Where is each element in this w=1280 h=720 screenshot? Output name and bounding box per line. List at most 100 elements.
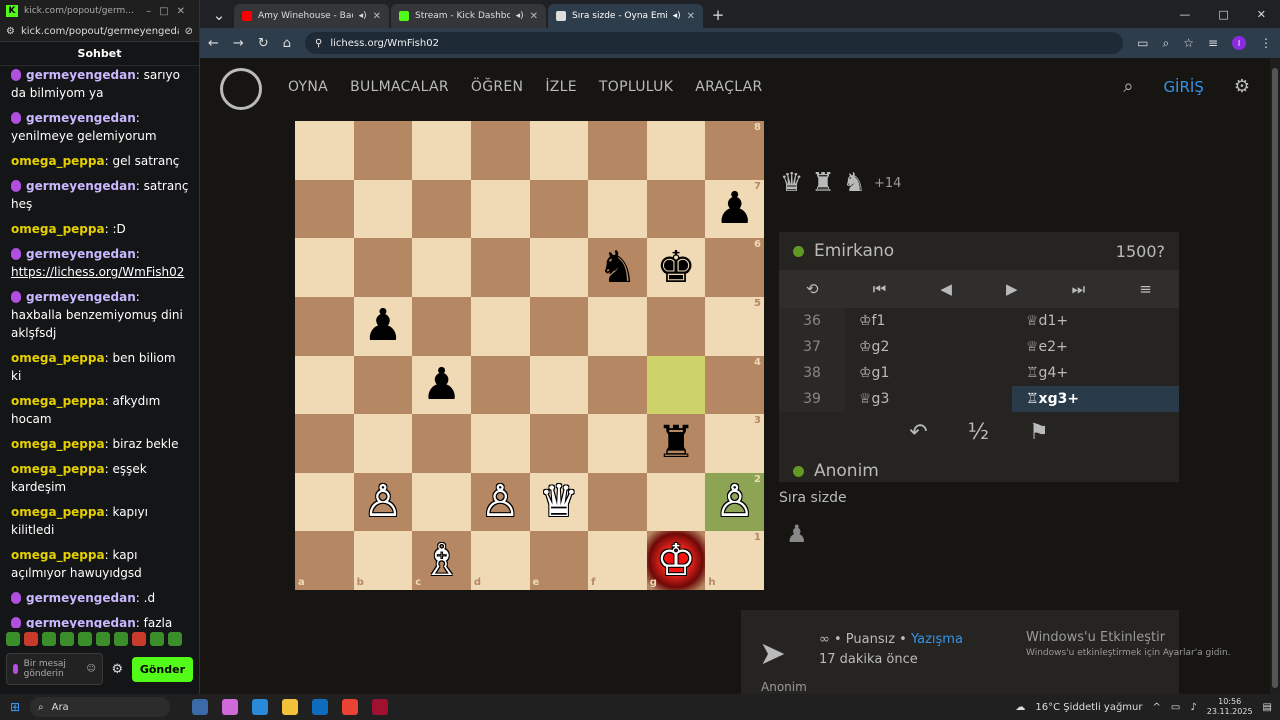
square-d1[interactable]: d bbox=[470, 531, 530, 590]
piece[interactable]: ♗ bbox=[422, 538, 461, 583]
chat-username[interactable]: germeyengedan bbox=[26, 111, 136, 125]
square-f1[interactable]: f bbox=[588, 531, 647, 590]
chat-settings-icon[interactable]: ⚙ bbox=[109, 662, 126, 677]
task-view-icon[interactable] bbox=[192, 699, 208, 715]
square-b5[interactable]: ♟ bbox=[353, 296, 413, 356]
square-b4[interactable] bbox=[353, 355, 413, 415]
chat-username[interactable]: omega_peppa bbox=[11, 462, 105, 476]
square-g8[interactable] bbox=[646, 121, 706, 180]
emote-icon[interactable] bbox=[6, 632, 20, 646]
square-h8[interactable]: 8 bbox=[705, 121, 764, 180]
white-move[interactable]: ♔f1 bbox=[845, 313, 1012, 329]
back-icon[interactable]: ← bbox=[208, 36, 219, 51]
emote-icon[interactable] bbox=[114, 632, 128, 646]
speaker-icon[interactable]: ◂) bbox=[673, 11, 681, 21]
square-a7[interactable] bbox=[295, 179, 354, 239]
media-icon[interactable]: ≡ bbox=[1208, 36, 1218, 50]
chat-username[interactable]: omega_peppa bbox=[11, 505, 105, 519]
chat-username[interactable]: germeyengedan bbox=[26, 247, 136, 261]
emote-icon[interactable] bbox=[60, 632, 74, 646]
square-d3[interactable] bbox=[470, 414, 530, 473]
square-f6[interactable]: ♞ bbox=[588, 238, 647, 297]
square-f2[interactable] bbox=[588, 472, 647, 532]
menu-icon[interactable]: ⋮ bbox=[1260, 36, 1272, 50]
emote-icon[interactable] bbox=[150, 632, 164, 646]
square-e8[interactable] bbox=[529, 121, 589, 180]
emote-icon[interactable] bbox=[168, 632, 182, 646]
emote-icon[interactable] bbox=[42, 632, 56, 646]
site-info-icon[interactable]: ⚙ bbox=[6, 26, 15, 37]
browser-tab[interactable]: Stream - Kick Dashboard ◂) ✕ bbox=[391, 4, 546, 28]
address-bar[interactable]: ⚲ lichess.org/WmFish02 bbox=[304, 32, 1124, 54]
site-info-icon[interactable]: ⚲ bbox=[315, 38, 322, 49]
square-c7[interactable] bbox=[412, 179, 471, 239]
square-b7[interactable] bbox=[353, 179, 413, 239]
square-c3[interactable] bbox=[412, 414, 471, 473]
windows-start-icon[interactable]: ⊞ bbox=[0, 700, 30, 714]
nav-link-3[interactable]: İZLE bbox=[545, 79, 577, 95]
chat-username[interactable]: omega_peppa bbox=[11, 351, 105, 365]
piece[interactable]: ♟ bbox=[363, 304, 402, 348]
cast-icon[interactable]: ▭ bbox=[1137, 36, 1148, 50]
chat-username[interactable]: germeyengedan bbox=[26, 616, 136, 628]
square-a6[interactable] bbox=[295, 238, 354, 297]
square-g4[interactable] bbox=[646, 355, 706, 415]
square-h7[interactable]: ♟ 7 bbox=[705, 179, 764, 239]
login-link[interactable]: GİRİŞ bbox=[1163, 78, 1203, 96]
emote-icon[interactable] bbox=[132, 632, 146, 646]
piece[interactable]: ♛ bbox=[539, 480, 578, 524]
last-move-icon[interactable]: ⏭ bbox=[1072, 280, 1086, 298]
draw-offer-icon[interactable]: ½ bbox=[968, 420, 989, 445]
square-e5[interactable] bbox=[529, 296, 589, 356]
prev-move-icon[interactable]: ◀ bbox=[940, 280, 952, 298]
black-move[interactable]: ♖g4+ bbox=[1012, 365, 1179, 381]
takeback-icon[interactable]: ↶ bbox=[909, 420, 927, 445]
chat-username[interactable]: omega_peppa bbox=[11, 437, 105, 451]
square-b3[interactable] bbox=[353, 414, 413, 473]
square-d4[interactable] bbox=[470, 355, 530, 415]
edge-icon[interactable] bbox=[252, 699, 268, 715]
square-b6[interactable] bbox=[353, 238, 413, 297]
outlook-icon[interactable] bbox=[312, 699, 328, 715]
square-c8[interactable] bbox=[412, 121, 471, 180]
nav-link-0[interactable]: OYNA bbox=[288, 79, 328, 95]
browser-window-controls[interactable]: — □ ✕ bbox=[1165, 0, 1280, 28]
square-b1[interactable]: b bbox=[353, 531, 413, 590]
emoji-icon[interactable]: ☺ bbox=[86, 664, 95, 674]
square-f7[interactable] bbox=[588, 179, 647, 239]
square-c5[interactable] bbox=[412, 296, 471, 356]
nav-link-5[interactable]: ARAÇLAR bbox=[695, 79, 762, 95]
square-g1[interactable]: ♔ g bbox=[646, 531, 706, 590]
tray-chevron-icon[interactable]: ^ bbox=[1153, 702, 1161, 713]
bookmark-star-icon[interactable]: ☆ bbox=[1183, 36, 1194, 50]
reload-icon[interactable]: ↻ bbox=[258, 36, 269, 51]
square-h1[interactable]: 1h bbox=[705, 531, 764, 590]
piece[interactable]: ♞ bbox=[598, 245, 637, 290]
file-explorer-icon[interactable] bbox=[282, 699, 298, 715]
square-f4[interactable] bbox=[588, 355, 647, 415]
square-a4[interactable] bbox=[295, 355, 354, 415]
square-h6[interactable]: 6 bbox=[705, 238, 764, 297]
first-move-icon[interactable]: ⏮ bbox=[873, 280, 887, 298]
browser-tab[interactable]: Amy Winehouse - Back To ◂) ✕ bbox=[234, 4, 389, 28]
window-controls[interactable]: –□✕ bbox=[146, 6, 193, 17]
square-a8[interactable] bbox=[295, 121, 354, 180]
square-d8[interactable] bbox=[470, 121, 530, 180]
square-f3[interactable] bbox=[588, 414, 647, 473]
square-d7[interactable] bbox=[470, 179, 530, 239]
volume-icon[interactable]: ♪ bbox=[1190, 702, 1196, 713]
page-scrollbar[interactable] bbox=[1270, 58, 1280, 694]
square-a2[interactable] bbox=[295, 472, 354, 532]
weather-text[interactable]: 16°C Şiddetli yağmur bbox=[1035, 702, 1142, 713]
square-a5[interactable] bbox=[295, 296, 354, 356]
black-move[interactable]: ♖xg3+ bbox=[1012, 386, 1179, 412]
black-move[interactable]: ♕d1+ bbox=[1012, 313, 1179, 329]
square-b8[interactable] bbox=[353, 121, 413, 180]
next-move-icon[interactable]: ▶ bbox=[1006, 280, 1018, 298]
new-tab-button[interactable]: + bbox=[705, 4, 731, 28]
chat-username[interactable]: omega_peppa bbox=[11, 154, 105, 168]
tab-close-icon[interactable]: ✕ bbox=[373, 11, 381, 22]
square-g2[interactable] bbox=[646, 472, 706, 532]
piece[interactable]: ♙ bbox=[715, 480, 754, 524]
square-e7[interactable] bbox=[529, 179, 589, 239]
